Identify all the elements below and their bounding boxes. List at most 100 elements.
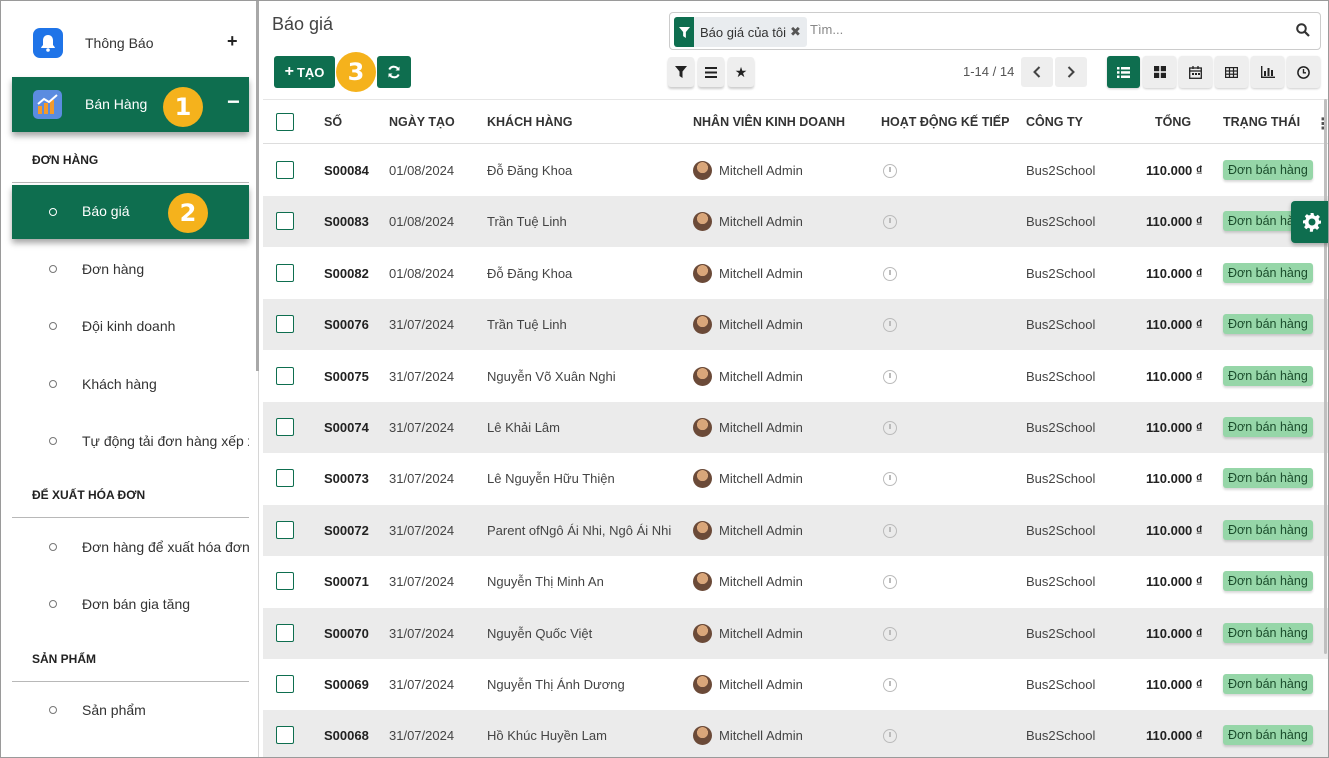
table-row[interactable]: S00071 31/07/2024 Nguyễn Thị Minh An Mitche… xyxy=(263,556,1328,607)
clock-icon[interactable] xyxy=(883,575,897,590)
clock-icon[interactable] xyxy=(883,626,897,641)
avatar xyxy=(693,212,712,232)
clock-icon[interactable] xyxy=(883,215,897,230)
activity-view-button[interactable] xyxy=(1287,56,1320,88)
refresh-button[interactable] xyxy=(377,56,411,88)
settings-button[interactable] xyxy=(1291,201,1328,243)
sidebar: Thông Báo + Bán Hàng − 1 ĐƠN HÀNG Báo gi… xyxy=(1,1,259,757)
favorites-button[interactable]: ★ xyxy=(728,57,754,87)
search-facet[interactable]: Báo giá của tôi ✖ xyxy=(674,17,807,47)
sidebar-item-sales-teams[interactable]: Đội kinh doanh xyxy=(12,307,249,347)
sidebar-item-label: Báo giá xyxy=(82,203,130,219)
order-date: 01/08/2024 xyxy=(389,163,455,178)
clock-icon[interactable] xyxy=(883,164,897,178)
table-row[interactable]: S00073 31/07/2024 Lê Nguyễn Hữu Thiện Mitch… xyxy=(263,453,1328,504)
sidebar-item-orders-to-invoice[interactable]: Đơn hàng để xuất hóa đơn xyxy=(12,528,249,568)
create-button[interactable]: + TẠO xyxy=(274,56,335,88)
sidebar-item-orders[interactable]: Đơn hàng xyxy=(12,250,249,290)
row-checkbox[interactable] xyxy=(276,572,294,591)
pivot-view-button[interactable] xyxy=(1215,56,1248,88)
row-checkbox[interactable] xyxy=(276,520,294,539)
order-number: S00075 xyxy=(324,368,369,384)
table-row[interactable]: S00075 31/07/2024 Nguyễn Võ Xuân Nghi Mitch… xyxy=(263,351,1328,402)
column-header-company[interactable]: CÔNG TY xyxy=(1026,115,1083,129)
row-checkbox[interactable] xyxy=(276,675,294,693)
clock-icon[interactable] xyxy=(883,523,897,538)
sidebar-item-label: Sản phẩm xyxy=(82,702,146,718)
kanban-view-icon xyxy=(1153,66,1166,78)
search-icon[interactable] xyxy=(1296,23,1310,40)
clock-icon[interactable] xyxy=(883,472,897,487)
sidebar-item-label: Khách hàng xyxy=(82,376,157,392)
column-header-number[interactable]: SỐ xyxy=(324,115,342,129)
table-row[interactable]: S00070 31/07/2024 Nguyễn Quốc Việt Mitchell… xyxy=(263,607,1328,659)
table-row[interactable]: S00084 01/08/2024 Đỗ Đăng Khoa Mitchell Adm… xyxy=(263,145,1328,196)
table-row[interactable]: S00072 31/07/2024 Parent ofNgô Ái Nhi, Ngô… xyxy=(263,504,1328,556)
customer-name: Lê Khải Lâm xyxy=(487,420,560,435)
notifications-label: Thông Báo xyxy=(85,35,154,51)
column-header-customer[interactable]: KHÁCH HÀNG xyxy=(487,115,572,129)
sidebar-item-label: Đơn hàng xyxy=(82,261,145,277)
clock-icon[interactable] xyxy=(883,369,897,384)
row-checkbox[interactable] xyxy=(276,623,294,642)
column-header-salesperson[interactable]: NHÂN VIÊN KINH DOANH xyxy=(693,115,845,129)
company-name: Bus2School xyxy=(1026,574,1096,590)
column-header-next-activity[interactable]: HOẠT ĐỘNG KẾ TIẾP xyxy=(881,115,1009,129)
group-by-button[interactable] xyxy=(698,57,724,87)
order-total: 110.000 ₫ xyxy=(1146,574,1203,590)
graph-view-button[interactable] xyxy=(1251,56,1284,88)
salesperson-name: Mitchell Admin xyxy=(719,163,803,178)
row-checkbox[interactable] xyxy=(276,418,294,436)
row-checkbox[interactable] xyxy=(276,469,294,488)
sidebar-item-products[interactable]: Sản phẩm xyxy=(12,691,249,731)
clock-icon[interactable] xyxy=(883,421,897,435)
previous-page-button[interactable] xyxy=(1021,57,1053,87)
search-input[interactable] xyxy=(810,22,1210,37)
clock-icon[interactable] xyxy=(883,678,897,692)
table-row[interactable]: S00083 01/08/2024 Trần Tuệ Linh Mitchell Ad… xyxy=(263,196,1328,248)
sidebar-item-quotations[interactable]: Báo giá xyxy=(12,185,249,239)
filter-button[interactable] xyxy=(668,57,694,87)
row-checkbox[interactable] xyxy=(276,161,294,179)
salesperson-name: Mitchell Admin xyxy=(719,471,803,487)
section-products: SẢN PHẨM xyxy=(32,652,97,666)
next-page-button[interactable] xyxy=(1055,57,1087,87)
clock-icon[interactable] xyxy=(883,266,897,281)
sidebar-notifications[interactable]: Thông Báo + xyxy=(1,21,259,65)
kanban-view-button[interactable] xyxy=(1143,56,1176,88)
select-all-checkbox[interactable] xyxy=(276,113,294,131)
table-row[interactable]: S00068 31/07/2024 Hồ Khúc Huyền Lam Mitchel… xyxy=(263,710,1328,757)
row-checkbox[interactable] xyxy=(276,212,294,231)
sidebar-item-auto-load[interactable]: Tự động tải đơn hàng xếp xe xyxy=(12,422,249,462)
minus-icon[interactable]: − xyxy=(227,89,240,115)
table-row[interactable]: S00074 31/07/2024 Lê Khải Lâm Mitchell Admi… xyxy=(263,402,1328,453)
table-row[interactable]: S00076 31/07/2024 Trần Tuệ Linh Mitchell Ad… xyxy=(263,299,1328,351)
column-header-total[interactable]: TỔNG xyxy=(1155,115,1191,129)
avatar xyxy=(693,520,712,540)
sidebar-sales-menu[interactable]: Bán Hàng − xyxy=(12,77,249,132)
list-view-button[interactable] xyxy=(1107,56,1140,88)
company-name: Bus2School xyxy=(1026,471,1096,487)
calendar-view-button[interactable] xyxy=(1179,56,1212,88)
sidebar-item-customers[interactable]: Khách hàng xyxy=(12,365,249,405)
clock-icon[interactable] xyxy=(883,318,897,333)
search-bar[interactable]: Báo giá của tôi ✖ xyxy=(669,12,1321,50)
salesperson-name: Mitchell Admin xyxy=(719,728,803,744)
table-row[interactable]: S00069 31/07/2024 Nguyễn Thị Ánh Dương Mitc… xyxy=(263,659,1328,710)
close-icon[interactable]: ✖ xyxy=(790,24,807,40)
column-header-status[interactable]: TRẠNG THÁI xyxy=(1223,115,1300,129)
sidebar-item-upsell[interactable]: Đơn bán gia tăng xyxy=(12,585,249,625)
table-row[interactable]: S00082 01/08/2024 Đỗ Đăng Khoa Mitchell Adm… xyxy=(263,248,1328,299)
row-checkbox[interactable] xyxy=(276,726,294,745)
clock-icon[interactable] xyxy=(883,729,897,744)
radio-dot-icon xyxy=(49,208,57,216)
row-checkbox[interactable] xyxy=(276,315,294,334)
table-scrollbar[interactable] xyxy=(1324,99,1327,654)
status-badge: Đơn bán hàng xyxy=(1223,160,1313,180)
order-number: S00071 xyxy=(324,574,369,590)
column-header-date[interactable]: NGÀY TẠO xyxy=(389,115,455,129)
star-icon: ★ xyxy=(734,63,748,80)
row-checkbox[interactable] xyxy=(276,263,294,282)
row-checkbox[interactable] xyxy=(276,366,294,385)
plus-icon[interactable]: + xyxy=(227,31,238,52)
